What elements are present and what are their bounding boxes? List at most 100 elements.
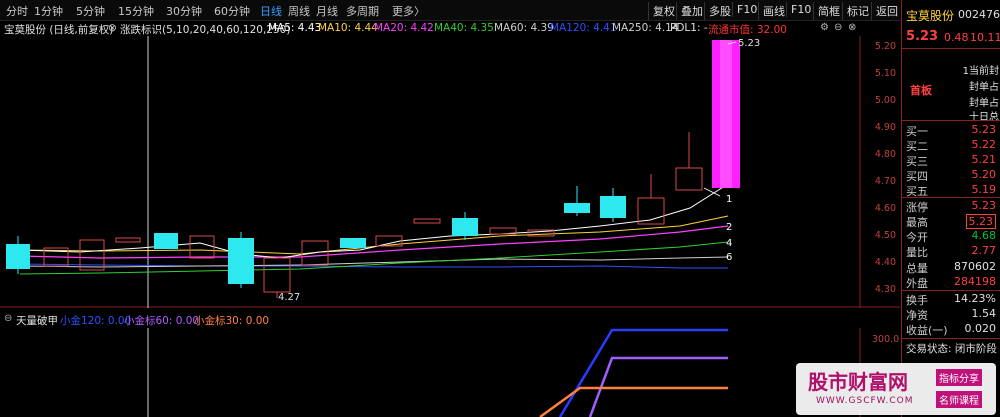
stat-high: 最高 5.23: [906, 214, 998, 229]
ma120-value: MA120: 4.41: [550, 22, 617, 34]
candle: [263, 257, 291, 293]
series-3-value: 小金标30: 0.00: [194, 315, 270, 327]
stat-turnover: 换手 14.23%: [906, 292, 996, 307]
stat-earnings: 收益(一) 0.020: [906, 322, 996, 337]
bid-row: 买二 5.22: [906, 138, 996, 153]
ma5-value: MA5: 4.43: [268, 22, 322, 34]
candlestick-chart[interactable]: 5.23 4.27 1 2 4 6: [0, 36, 900, 308]
watermark-site-name: 股市财富网: [808, 370, 908, 394]
price-change: 0.48: [944, 31, 969, 44]
tab-multi-period[interactable]: 多周期: [346, 3, 379, 19]
candle: [413, 218, 441, 224]
price-change-pct: 10.11%: [970, 31, 1000, 44]
candle: [115, 237, 141, 243]
tick-label: 4.70: [874, 176, 896, 187]
back-button[interactable]: 返回: [871, 2, 902, 20]
tick-label: 4.80: [874, 149, 896, 160]
board-tag: 首板: [910, 84, 932, 97]
f10-button-2[interactable]: F10: [786, 2, 815, 17]
tab-15min[interactable]: 15分钟: [118, 3, 154, 19]
watermark-tag-course: 名师课程: [936, 391, 982, 408]
pdl-value: PDL1: -: [670, 22, 708, 34]
bid-row: 买一 5.23: [906, 123, 996, 138]
bid-row: 买五 5.19: [906, 183, 996, 198]
stat-open: 今开 4.68: [906, 229, 996, 244]
tick-label: 4.90: [874, 122, 896, 133]
series-1-value: 小金120: 0.00: [60, 315, 132, 327]
ma-info-line: 宝莫股份 (日线,前复权) ⊗ 涨跌标识(5,10,20,40,60,120,2…: [0, 21, 900, 37]
ma5-line: [19, 183, 729, 259]
tab-1min[interactable]: 1分钟: [34, 3, 63, 19]
stock-code: 002476: [958, 8, 1000, 21]
limit-info-3: 封单占: [969, 98, 999, 109]
ma10-value: MA10: 4.44: [318, 22, 378, 34]
tick-label: 4.30: [874, 284, 896, 295]
tab-daily[interactable]: 日线: [260, 3, 282, 19]
low-price-label: 4.27: [278, 292, 300, 303]
settings-icon[interactable]: ⚙: [820, 22, 829, 33]
draw-line-button[interactable]: 画线: [758, 2, 789, 20]
series-1-line: [558, 328, 728, 417]
trade-status: 交易状态: 闭市阶段: [906, 343, 997, 355]
indicator-name: 涨跌标识(5,10,20,40,60,120,250): [120, 24, 291, 36]
fuquan-button[interactable]: 复权: [648, 2, 679, 20]
minus-icon[interactable]: ⊖: [834, 22, 842, 33]
tab-60min[interactable]: 60分钟: [214, 3, 250, 19]
stat-total-volume: 总量 870602: [906, 260, 996, 275]
bid-row: 买三 5.21: [906, 153, 996, 168]
tab-5min[interactable]: 5分钟: [76, 3, 105, 19]
overlay-button[interactable]: 叠加: [676, 2, 707, 20]
ma10-line: [19, 215, 729, 255]
tab-weekly[interactable]: 周线: [288, 3, 310, 19]
close-icon[interactable]: ⊗: [108, 22, 117, 34]
candle: [189, 235, 215, 259]
market-cap-value: 流通市值: 32.00: [708, 24, 787, 36]
stat-volume-ratio: 量比 2.77: [906, 244, 996, 259]
quote-panel: 宝莫股份 002476 5.23 0.48 10.11% 首板 1当前封 封单占…: [901, 0, 1000, 417]
ma40-value: MA40: 4.35: [434, 22, 494, 34]
site-watermark: 股市财富网 WWW.GSCFW.COM 指标分享 名师课程: [796, 363, 996, 415]
ma250-value: MA250: 4.14: [612, 22, 679, 34]
mark-button[interactable]: 标记: [842, 2, 873, 20]
collapse-icon[interactable]: ⊖: [4, 313, 12, 324]
period-toolbar: 分时 1分钟 5分钟 15分钟 30分钟 60分钟 日线 周线 月线 多周期 更…: [0, 0, 900, 21]
bid-row: 买四 5.20: [906, 168, 996, 183]
limit-info-2: 封单占: [969, 82, 999, 93]
candle: [675, 167, 703, 191]
tab-more[interactable]: 更多〉: [392, 3, 425, 19]
high-price-label: 5.23: [738, 38, 760, 49]
indicator-y-tick: 300.0: [872, 334, 899, 345]
simple-frame-button[interactable]: 简框: [813, 2, 844, 20]
indicator-title-bar: ⊖ 天量破甲 小金120: 0.00 小金标60: 0.00 小金标30: 0.…: [0, 312, 860, 328]
line-label-2: 2: [726, 222, 732, 233]
stat-net-assets: 净资 1.54: [906, 307, 996, 322]
indicator-chart[interactable]: 300.0: [0, 328, 900, 417]
tick-label: 4.50: [874, 230, 896, 241]
candle: [340, 238, 366, 248]
indicator-title: 天量破甲: [16, 315, 58, 327]
current-price: 5.23: [906, 29, 939, 44]
close-panel-icon[interactable]: ⊗: [848, 22, 856, 33]
tick-label: 5.20: [874, 41, 896, 52]
price-axis: 5.20 5.10 5.00 4.90 4.80 4.70 4.60 4.50 …: [860, 36, 900, 308]
ma20-value: MA20: 4.42: [374, 22, 434, 34]
tab-monthly[interactable]: 月线: [316, 3, 338, 19]
tick-label: 5.00: [874, 95, 896, 106]
tick-label: 5.10: [874, 68, 896, 79]
watermark-url: WWW.GSCFW.COM: [816, 396, 914, 406]
f10-button[interactable]: F10: [732, 2, 761, 17]
tick-label: 4.60: [874, 203, 896, 214]
stock-period-label: 宝莫股份 (日线,前复权): [4, 24, 114, 36]
stat-outer-volume: 外盘 284198: [906, 275, 996, 290]
limit-info-1: 1当前封: [962, 66, 999, 77]
tab-fenshi[interactable]: 分时: [6, 3, 28, 19]
multi-stock-button[interactable]: 多股: [704, 2, 735, 20]
line-label-4: 4: [726, 238, 732, 249]
stat-limit-up: 涨停 5.23: [906, 199, 996, 214]
watermark-tag-share: 指标分享: [936, 369, 982, 386]
series-2-value: 小金标60: 0.00: [124, 315, 200, 327]
candle: [154, 233, 178, 249]
ma60-value: MA60: 4.39: [494, 22, 554, 34]
tab-30min[interactable]: 30分钟: [166, 3, 202, 19]
stock-name: 宝莫股份: [906, 9, 955, 23]
